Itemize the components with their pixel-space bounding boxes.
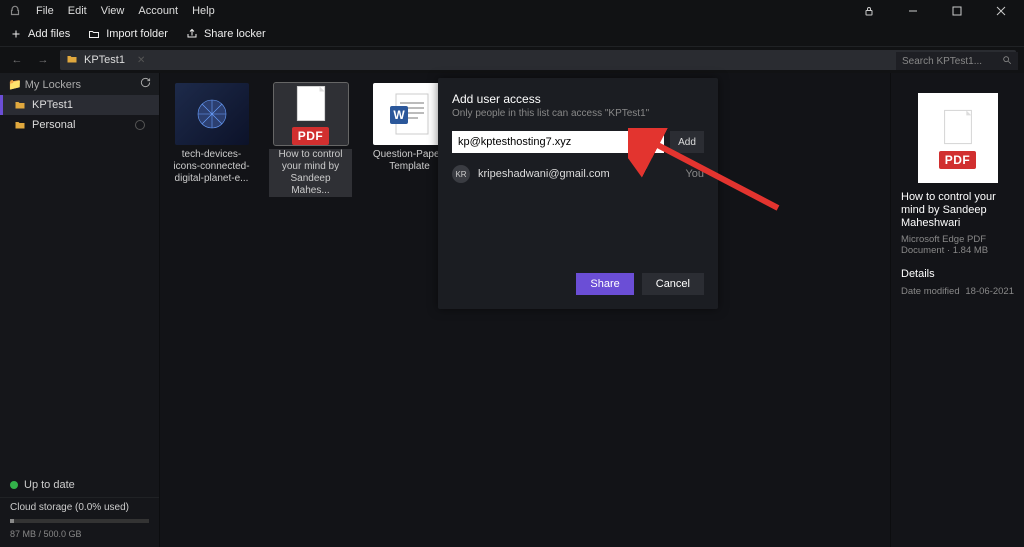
svg-text:W: W — [393, 108, 405, 122]
sidebar-item-personal[interactable]: Personal — [0, 115, 159, 135]
close-button[interactable] — [986, 0, 1016, 22]
import-folder-label: Import folder — [106, 28, 168, 40]
details-date-value: 18-06-2021 — [965, 286, 1014, 297]
import-folder-button[interactable]: Import folder — [88, 28, 168, 40]
menu-help[interactable]: Help — [192, 5, 215, 17]
details-thumbnail: PDF — [918, 93, 998, 183]
user-row: KR kripeshadwani@gmail.com You — [452, 165, 704, 183]
cloud-storage-label: Cloud storage (0.0% used) — [0, 498, 159, 517]
add-files-button[interactable]: Add files — [10, 28, 70, 40]
details-title: How to control your mind by Sandeep Mahe… — [901, 191, 1014, 230]
share-locker-label: Share locker — [204, 28, 266, 40]
pdf-thumbnail: PDF — [274, 83, 348, 145]
details-panel: PDF How to control your mind by Sandeep … — [890, 73, 1024, 547]
email-field[interactable] — [452, 131, 664, 153]
toolbar: Add files Import folder Share locker — [0, 22, 1024, 46]
sidebar-header-label: My Lockers — [25, 79, 81, 91]
add-files-label: Add files — [28, 28, 70, 40]
file-item[interactable]: tech-devices-icons-connected-digital-pla… — [170, 83, 253, 185]
search-icon — [1002, 55, 1012, 68]
search-input[interactable]: Search KPTest1... — [896, 52, 1018, 70]
status-uptodate: Up to date — [0, 473, 159, 497]
cancel-button[interactable]: Cancel — [642, 273, 704, 295]
menu-view[interactable]: View — [101, 5, 125, 17]
file-name: How to control your mind by Sandeep Mahe… — [269, 149, 352, 197]
breadcrumb-close-icon[interactable]: ✕ — [137, 55, 145, 66]
dialog-subtitle: Only people in this list can access "KPT… — [452, 108, 704, 119]
details-date-label: Date modified — [901, 286, 960, 297]
search-placeholder: Search KPTest1... — [902, 56, 982, 67]
maximize-button[interactable] — [942, 0, 972, 22]
nav-forward-icon[interactable]: → — [34, 54, 52, 66]
file-name: tech-devices-icons-connected-digital-pla… — [170, 149, 253, 185]
pdf-badge: PDF — [939, 151, 977, 169]
sync-status-icon — [135, 120, 145, 130]
sidebar-item-kptest1[interactable]: KPTest1 — [0, 95, 159, 115]
share-button[interactable]: Share — [576, 273, 633, 295]
docx-thumbnail: W — [373, 83, 447, 145]
image-thumbnail — [175, 83, 249, 145]
user-email: kripeshadwani@gmail.com — [478, 168, 610, 180]
sidebar-item-label: Personal — [32, 119, 75, 131]
details-section: Details — [901, 268, 1014, 280]
menubar: File Edit View Account Help — [0, 0, 1024, 22]
app-icon — [8, 4, 22, 18]
sidebar: 📁 My Lockers KPTest1 Personal Up to date… — [0, 73, 160, 547]
nav-back-icon[interactable]: ← — [8, 54, 26, 66]
breadcrumb-label: KPTest1 — [84, 54, 125, 66]
sidebar-header: 📁 My Lockers — [0, 73, 159, 95]
details-size: Document · 1.84 MB — [901, 245, 1014, 256]
menu-edit[interactable]: Edit — [68, 5, 87, 17]
lock-icon[interactable] — [854, 0, 884, 22]
status-text: Up to date — [24, 479, 75, 491]
sidebar-item-label: KPTest1 — [32, 99, 73, 111]
folder-icon — [66, 53, 78, 68]
pdf-badge: PDF — [292, 127, 330, 145]
share-locker-button[interactable]: Share locker — [186, 28, 266, 40]
status-dot-icon — [10, 481, 18, 489]
minimize-button[interactable] — [898, 0, 928, 22]
menu-file[interactable]: File — [36, 5, 54, 17]
dialog-title: Add user access — [452, 92, 704, 106]
cloud-storage-detail: 87 MB / 500.0 GB — [0, 525, 159, 547]
path-row: ← → KPTest1 ✕ — [0, 47, 1024, 73]
user-you-label: You — [685, 168, 704, 180]
add-user-dialog: Add user access Only people in this list… — [438, 78, 718, 309]
refresh-icon[interactable] — [140, 77, 151, 91]
add-button[interactable]: Add — [670, 131, 704, 153]
avatar: KR — [452, 165, 470, 183]
file-item[interactable]: PDF How to control your mind by Sandeep … — [269, 83, 352, 197]
breadcrumb[interactable]: KPTest1 ✕ — [60, 50, 1016, 70]
menu-account[interactable]: Account — [138, 5, 178, 17]
cloud-storage-bar — [10, 519, 149, 523]
details-type: Microsoft Edge PDF — [901, 234, 1014, 245]
